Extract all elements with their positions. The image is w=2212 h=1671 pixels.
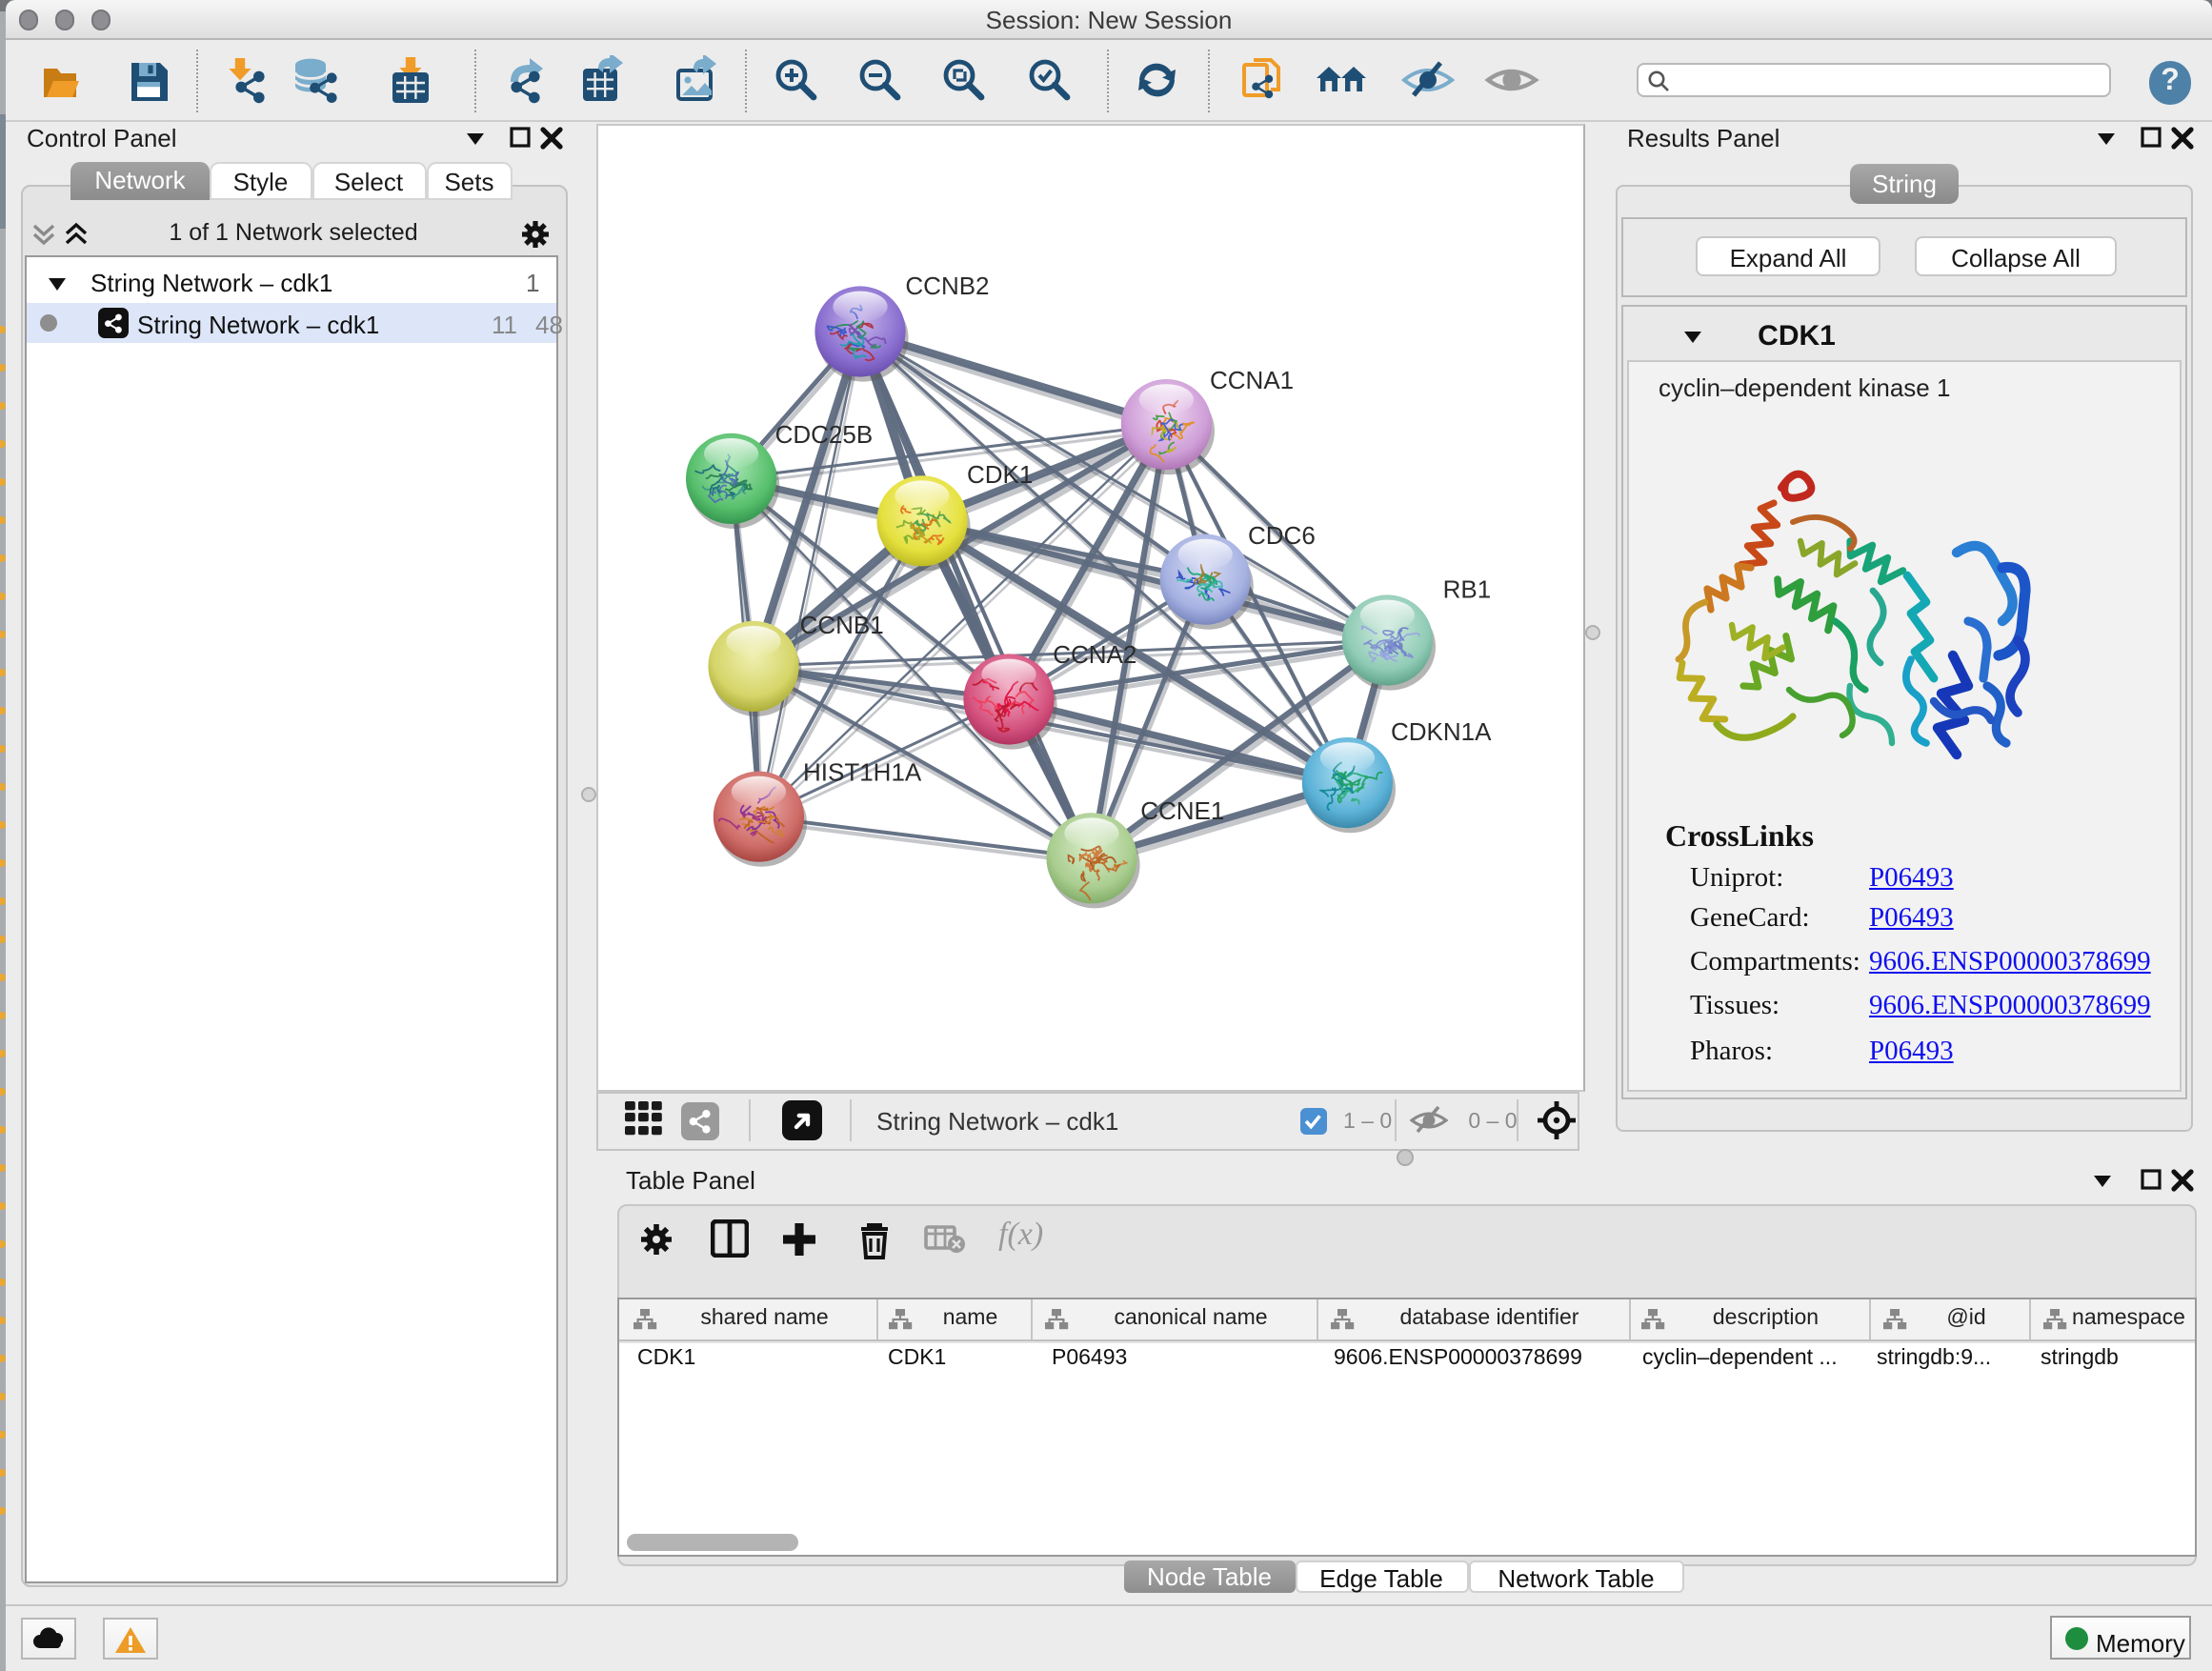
svg-text:RB1: RB1	[1443, 574, 1492, 603]
svg-text:CCNE1: CCNE1	[1140, 796, 1224, 825]
svg-text:HIST1H1A: HIST1H1A	[803, 757, 922, 786]
svg-text:CDC25B: CDC25B	[775, 420, 874, 449]
svg-text:CCNB2: CCNB2	[905, 272, 989, 300]
svg-text:CDKN1A: CDKN1A	[1391, 717, 1492, 746]
svg-text:CDK1: CDK1	[967, 460, 1033, 489]
svg-text:CCNA1: CCNA1	[1210, 366, 1294, 394]
svg-text:CCNA2: CCNA2	[1053, 640, 1136, 669]
svg-text:CDC6: CDC6	[1248, 521, 1316, 550]
svg-text:CCNB1: CCNB1	[800, 611, 884, 639]
